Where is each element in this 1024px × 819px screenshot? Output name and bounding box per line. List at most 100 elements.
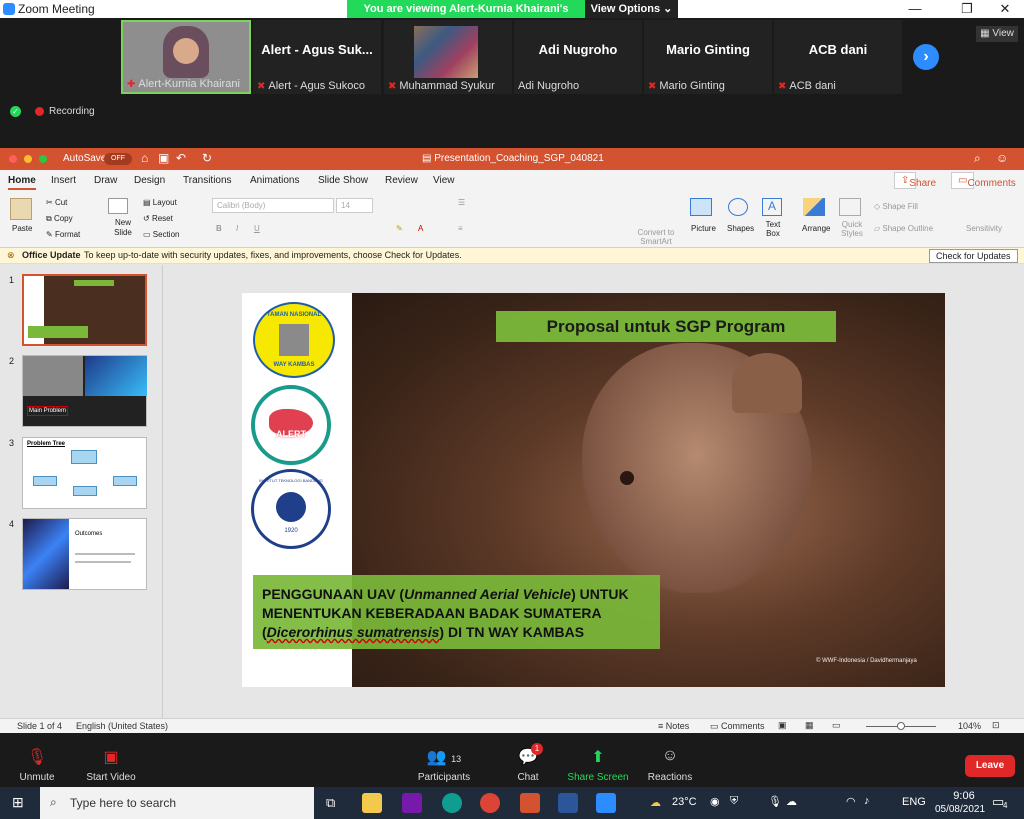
mic-tray-icon[interactable]: 🎙 [768,795,782,808]
participant-tile[interactable]: ACB dani ✖ ACB dani [774,20,902,94]
search-icon[interactable]: ⌕ [974,151,981,166]
security-shield-icon[interactable]: ✓ [10,106,21,117]
tab-home[interactable]: Home [8,175,36,190]
tab-transitions[interactable]: Transitions [183,175,232,186]
home-icon[interactable]: ⌂ [141,151,148,165]
bold-icon[interactable]: B [216,224,222,233]
redo-icon[interactable]: ↻ [202,151,212,165]
paste-icon[interactable] [10,198,32,220]
participant-tile[interactable]: ✖ Muhammad Syukur [384,20,512,94]
shield-tray-icon[interactable]: ⛨ [730,795,738,808]
word-icon[interactable] [558,793,578,813]
chat-button[interactable]: 💬 1 Chat [493,733,563,787]
check-for-updates-button[interactable]: Check for Updates [929,249,1018,263]
account-icon[interactable]: ☺ [996,151,1008,165]
zoom-tray-icon[interactable]: ◉ [710,795,720,808]
file-explorer-icon[interactable] [362,793,382,813]
reactions-button[interactable]: ☺ Reactions [635,733,705,787]
picture-button[interactable]: Picture [691,224,716,233]
leave-button[interactable]: Leave [965,755,1015,777]
copy-button[interactable]: ⧉ Copy [46,214,73,224]
slide-title[interactable]: Proposal untuk SGP Program [496,311,836,342]
minimize-icon[interactable]: — [900,0,930,18]
view-button[interactable]: ▦ View [976,26,1018,42]
layout-button[interactable]: ▤ Layout [143,198,177,207]
volume-icon[interactable]: ♪ [864,795,870,807]
picture-icon[interactable] [690,198,712,216]
shape-outline-button[interactable]: ▱ Shape Outline [874,224,933,233]
slide-thumbnail-1[interactable] [22,274,147,346]
participant-tile[interactable]: ✚ Alert-Kurnia Khairani [121,20,251,94]
autosave-toggle[interactable]: OFF [104,153,132,165]
close-dot-icon[interactable] [9,155,17,163]
status-comments-button[interactable]: ▭ Comments [710,721,765,732]
participants-button[interactable]: 👥 13 Participants [409,733,479,787]
slide-canvas[interactable]: © WWF-Indonesia / Davidhermanjaya TAMAN … [242,293,945,687]
close-icon[interactable]: ✕ [990,0,1020,18]
recording-indicator[interactable]: Recording [35,106,95,117]
align-left-icon[interactable]: ≡ [458,224,463,233]
normal-view-icon[interactable]: ▣ [778,720,787,731]
paste-button[interactable]: Paste [12,224,32,233]
notes-button[interactable]: ≡ Notes [658,721,689,731]
fit-slide-icon[interactable]: ⊡ [992,720,1000,731]
participant-tile[interactable]: Adi Nugroho Adi Nugroho [514,20,642,94]
reading-view-icon[interactable]: ▭ [832,720,841,731]
participant-tile[interactable]: Mario Ginting ✖ Mario Ginting [644,20,772,94]
slide-thumbnail-3[interactable]: Problem Tree [22,437,147,509]
shapes-button[interactable]: Shapes [727,224,754,233]
format-painter-button[interactable]: ✎ Format [46,230,80,239]
share-button[interactable]: ⇪ Share [894,172,936,189]
wifi-icon[interactable]: ◠ [846,795,856,808]
font-size-select[interactable]: 14 [336,198,373,213]
quick-styles-icon[interactable] [839,198,861,216]
zoom-dot-icon[interactable] [39,155,47,163]
tab-design[interactable]: Design [134,175,165,186]
windows-start-icon[interactable]: ⊞ [12,794,24,811]
save-icon[interactable]: ▣ [158,151,169,165]
slide-body-text[interactable]: PENGGUNAAN UAV (Unmanned Aerial Vehicle)… [253,575,660,649]
tab-draw[interactable]: Draw [94,175,117,186]
tab-view[interactable]: View [433,175,455,186]
sensitivity-button[interactable]: Sensitivity [966,224,1002,233]
bullets-icon[interactable]: ☰ [458,198,465,207]
view-options-button[interactable]: View Options ⌄ [585,0,678,18]
text-box-icon[interactable]: A [762,198,782,216]
unmute-button[interactable]: 🎙 Unmute [2,733,72,787]
reset-button[interactable]: ↺ Reset [143,214,173,223]
shape-fill-button[interactable]: ◇ Shape Fill [874,202,918,211]
underline-icon[interactable]: U [254,224,260,233]
start-video-button[interactable]: ▣ Start Video [76,733,146,787]
undo-icon[interactable]: ↶ [176,151,186,165]
weather-icon[interactable]: ☁ [650,796,661,809]
convert-smartart-button[interactable]: Convert to SmartArt [636,228,676,246]
font-color-icon[interactable]: A [418,224,423,233]
new-slide-icon[interactable] [108,198,128,214]
tab-animations[interactable]: Animations [250,175,299,186]
cloud-tray-icon[interactable]: ☁ [786,795,797,808]
slide-sorter-icon[interactable]: ▦ [805,720,814,731]
powerpoint-icon[interactable] [520,793,540,813]
quick-styles-button[interactable]: Quick Styles [840,220,864,238]
comments-button[interactable]: ▭ Comments [951,172,1016,189]
zoom-app-icon[interactable] [596,793,616,813]
font-name-select[interactable]: Calibri (Body) [212,198,334,213]
participant-tile[interactable]: Alert - Agus Suk... ✖ Alert - Agus Sukoco [253,20,381,94]
next-page-button[interactable]: › [913,44,939,70]
chrome-icon[interactable] [480,793,500,813]
section-button[interactable]: ▭ Section [143,230,179,239]
onenote-icon[interactable] [402,793,422,813]
text-box-button[interactable]: Text Box [762,220,784,238]
restore-icon[interactable]: ❐ [952,0,982,18]
minimize-dot-icon[interactable] [24,155,32,163]
zoom-slider-thumb[interactable] [897,722,905,730]
edge-icon[interactable] [442,793,462,813]
slide-thumbnail-2[interactable]: Main Problem [22,355,147,427]
highlight-icon[interactable]: ✎ [396,224,403,233]
shapes-icon[interactable] [728,198,748,216]
cut-button[interactable]: ✂ Cut [46,198,67,207]
italic-icon[interactable]: I [236,224,238,233]
slide-thumbnail-4[interactable]: Outcomes [22,518,147,590]
tab-slide-show[interactable]: Slide Show [318,175,368,186]
close-update-icon[interactable]: ⊗ [7,250,15,261]
